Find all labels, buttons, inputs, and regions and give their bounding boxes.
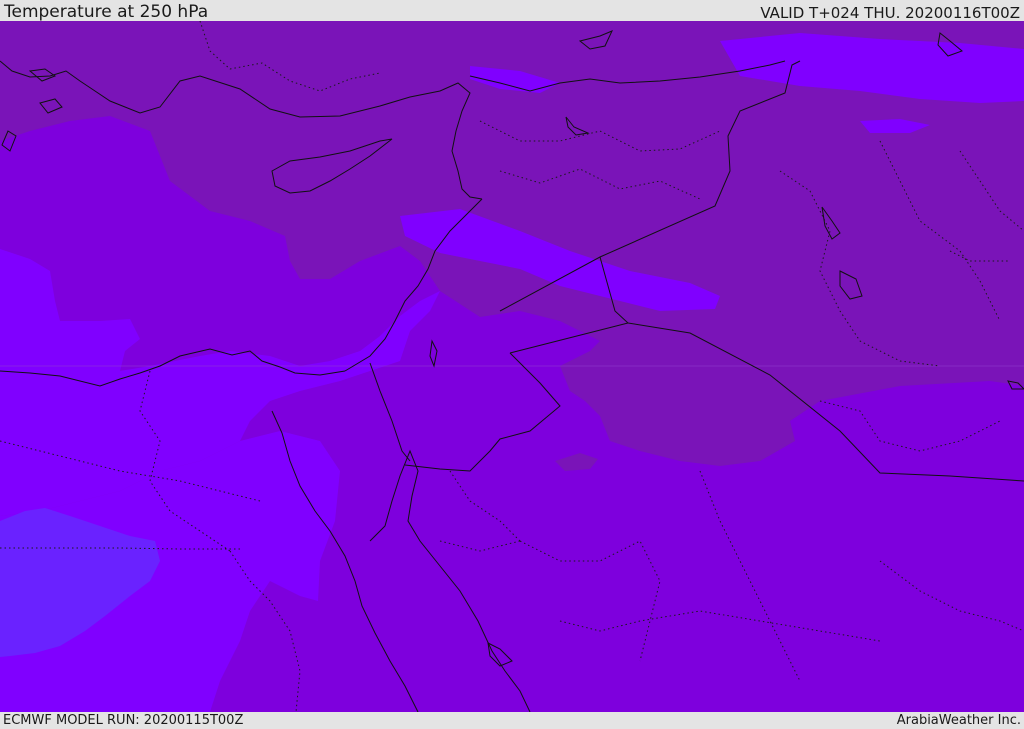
map-title: Temperature at 250 hPa (4, 2, 209, 22)
footer-bar: ECMWF MODEL RUN: 20200115T00Z ArabiaWeat… (0, 712, 1024, 729)
header-bar: Temperature at 250 hPa VALID T+024 THU. … (0, 0, 1024, 21)
valid-time: VALID T+024 THU. 20200116T00Z (760, 4, 1020, 22)
model-run-label: ECMWF MODEL RUN: 20200115T00Z (3, 713, 244, 728)
credit-label: ArabiaWeather Inc. (896, 713, 1021, 728)
weather-map[interactable] (0, 21, 1024, 712)
map-canvas (0, 21, 1024, 712)
